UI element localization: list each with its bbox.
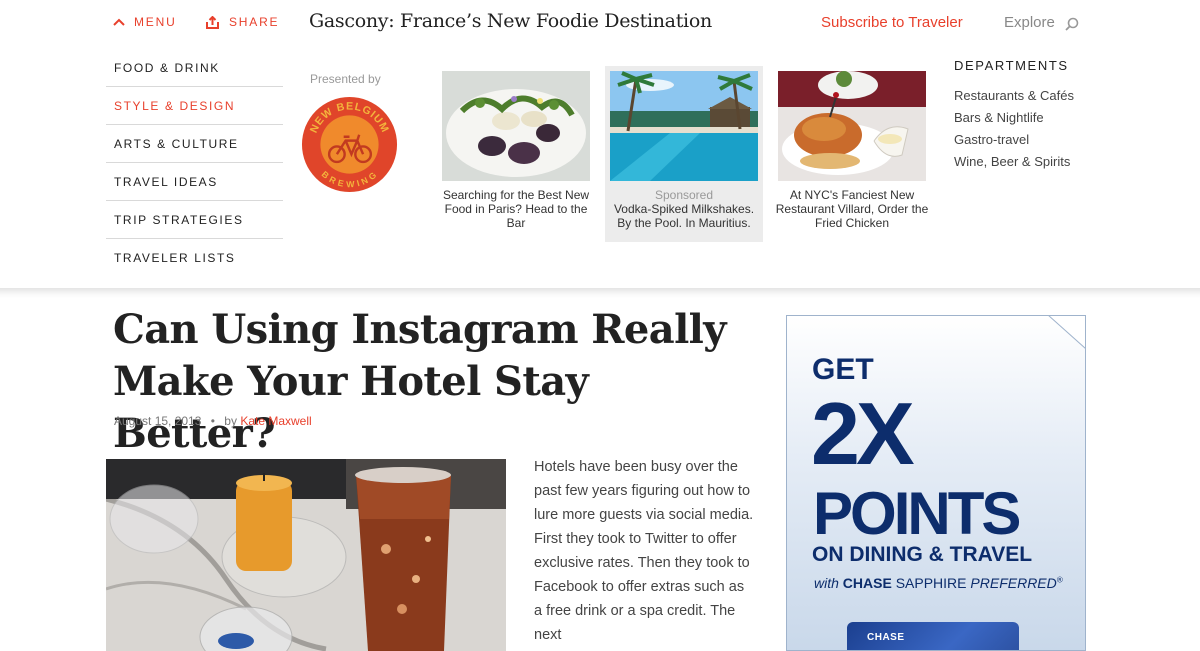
category-list: FOOD & DRINK STYLE & DESIGN ARTS & CULTU… <box>106 49 283 277</box>
dept-wine-beer-spirits[interactable]: Wine, Beer & Spirits <box>954 151 1074 173</box>
ad-brand-line: with CHASE SAPPHIRE PREFERRED® <box>814 575 1063 591</box>
feature-caption: Searching for the Best New Food in Paris… <box>442 188 590 230</box>
dept-bars-nightlife[interactable]: Bars & Nightlife <box>954 107 1074 129</box>
category-traveler-lists[interactable]: TRAVELER LISTS <box>106 239 283 277</box>
chevron-up-icon <box>113 18 125 26</box>
category-food-drink[interactable]: FOOD & DRINK <box>106 49 283 87</box>
explore-label: Explore <box>1004 14 1055 31</box>
panel-shadow <box>0 288 1200 298</box>
ad-corner-fold-icon[interactable] <box>1048 315 1086 349</box>
chase-sapphire-ad[interactable]: GET 2X POINTS ON DINING & TRAVEL with CH… <box>786 315 1086 651</box>
feature-card-paris-bar[interactable]: Searching for the Best New Food in Paris… <box>437 66 595 242</box>
dept-restaurants-cafes[interactable]: Restaurants & Cafés <box>954 85 1074 107</box>
dept-gastro-travel[interactable]: Gastro-travel <box>954 129 1074 151</box>
top-bar: MENU SHARE Gascony: France’s New Foodie … <box>0 0 1200 46</box>
sponsored-label: Sponsored <box>654 188 714 202</box>
subscribe-link[interactable]: Subscribe to Traveler <box>821 14 963 31</box>
new-belgium-logo[interactable]: NEW BELGIUM BREWING <box>301 96 398 193</box>
share-button[interactable]: SHARE <box>206 15 279 29</box>
credit-card-image: CHASE <box>847 622 1019 650</box>
article-body: Hotels have been busy over the past few … <box>534 459 754 643</box>
ad-line-2x: 2X <box>811 384 915 483</box>
ad-tier: PREFERRED <box>970 575 1057 591</box>
share-icon <box>206 15 219 29</box>
article-title: Can Using Instagram Really Make Your Hot… <box>113 306 727 457</box>
feature-image-dish <box>442 71 590 181</box>
explore-search[interactable]: Explore <box>1004 14 1079 31</box>
category-arts-culture[interactable]: ARTS & CULTURE <box>106 125 283 163</box>
author-link[interactable]: Kate Maxwell <box>240 414 311 428</box>
feature-image-pool <box>610 71 758 181</box>
ad-line-dining-travel: ON DINING & TRAVEL <box>812 543 1033 566</box>
byline-separator: • <box>210 414 215 428</box>
ad-product: SAPPHIRE <box>895 575 967 591</box>
ad-line-get: GET <box>812 353 874 386</box>
ad-registered-mark: ® <box>1056 575 1063 585</box>
departments-title: DEPARTMENTS <box>954 58 1069 73</box>
menu-button[interactable]: MENU <box>113 15 177 29</box>
search-icon <box>1065 17 1079 31</box>
category-trip-strategies[interactable]: TRIP STRATEGIES <box>106 201 283 239</box>
category-travel-ideas[interactable]: TRAVEL IDEAS <box>106 163 283 201</box>
byline-by: by <box>224 414 237 428</box>
share-label: SHARE <box>229 15 280 29</box>
article-byline: August 15, 2013 • by Kate Maxwell <box>114 414 312 428</box>
feature-image-fried-chicken <box>778 71 926 181</box>
feature-caption: Sponsored Vodka-Spiked Milkshakes. By th… <box>607 188 761 230</box>
ad-brand: CHASE <box>842 575 892 591</box>
menu-label: MENU <box>134 15 177 29</box>
category-style-design[interactable]: STYLE & DESIGN <box>106 87 283 125</box>
ad-line-points: POINTS <box>813 480 1021 547</box>
featured-headline-link[interactable]: Gascony: France’s New Foodie Destination <box>309 10 712 32</box>
card-brand-text: CHASE <box>867 632 905 643</box>
feature-card-mauritius[interactable]: Sponsored Vodka-Spiked Milkshakes. By th… <box>605 66 763 242</box>
menu-panel: FOOD & DRINK STYLE & DESIGN ARTS & CULTU… <box>0 46 1200 288</box>
ad-with: with <box>814 575 839 591</box>
article-image <box>106 459 506 651</box>
feature-caption-text: Vodka-Spiked Milkshakes. By the Pool. In… <box>613 202 755 230</box>
presented-by-label: Presented by <box>310 72 381 86</box>
departments: DEPARTMENTS Restaurants & Cafés Bars & N… <box>954 58 1074 173</box>
feature-caption: At NYC's Fanciest New Restaurant Villard… <box>775 188 929 230</box>
article-date: August 15, 2013 <box>114 414 202 428</box>
feature-card-villard[interactable]: At NYC's Fanciest New Restaurant Villard… <box>773 66 931 242</box>
